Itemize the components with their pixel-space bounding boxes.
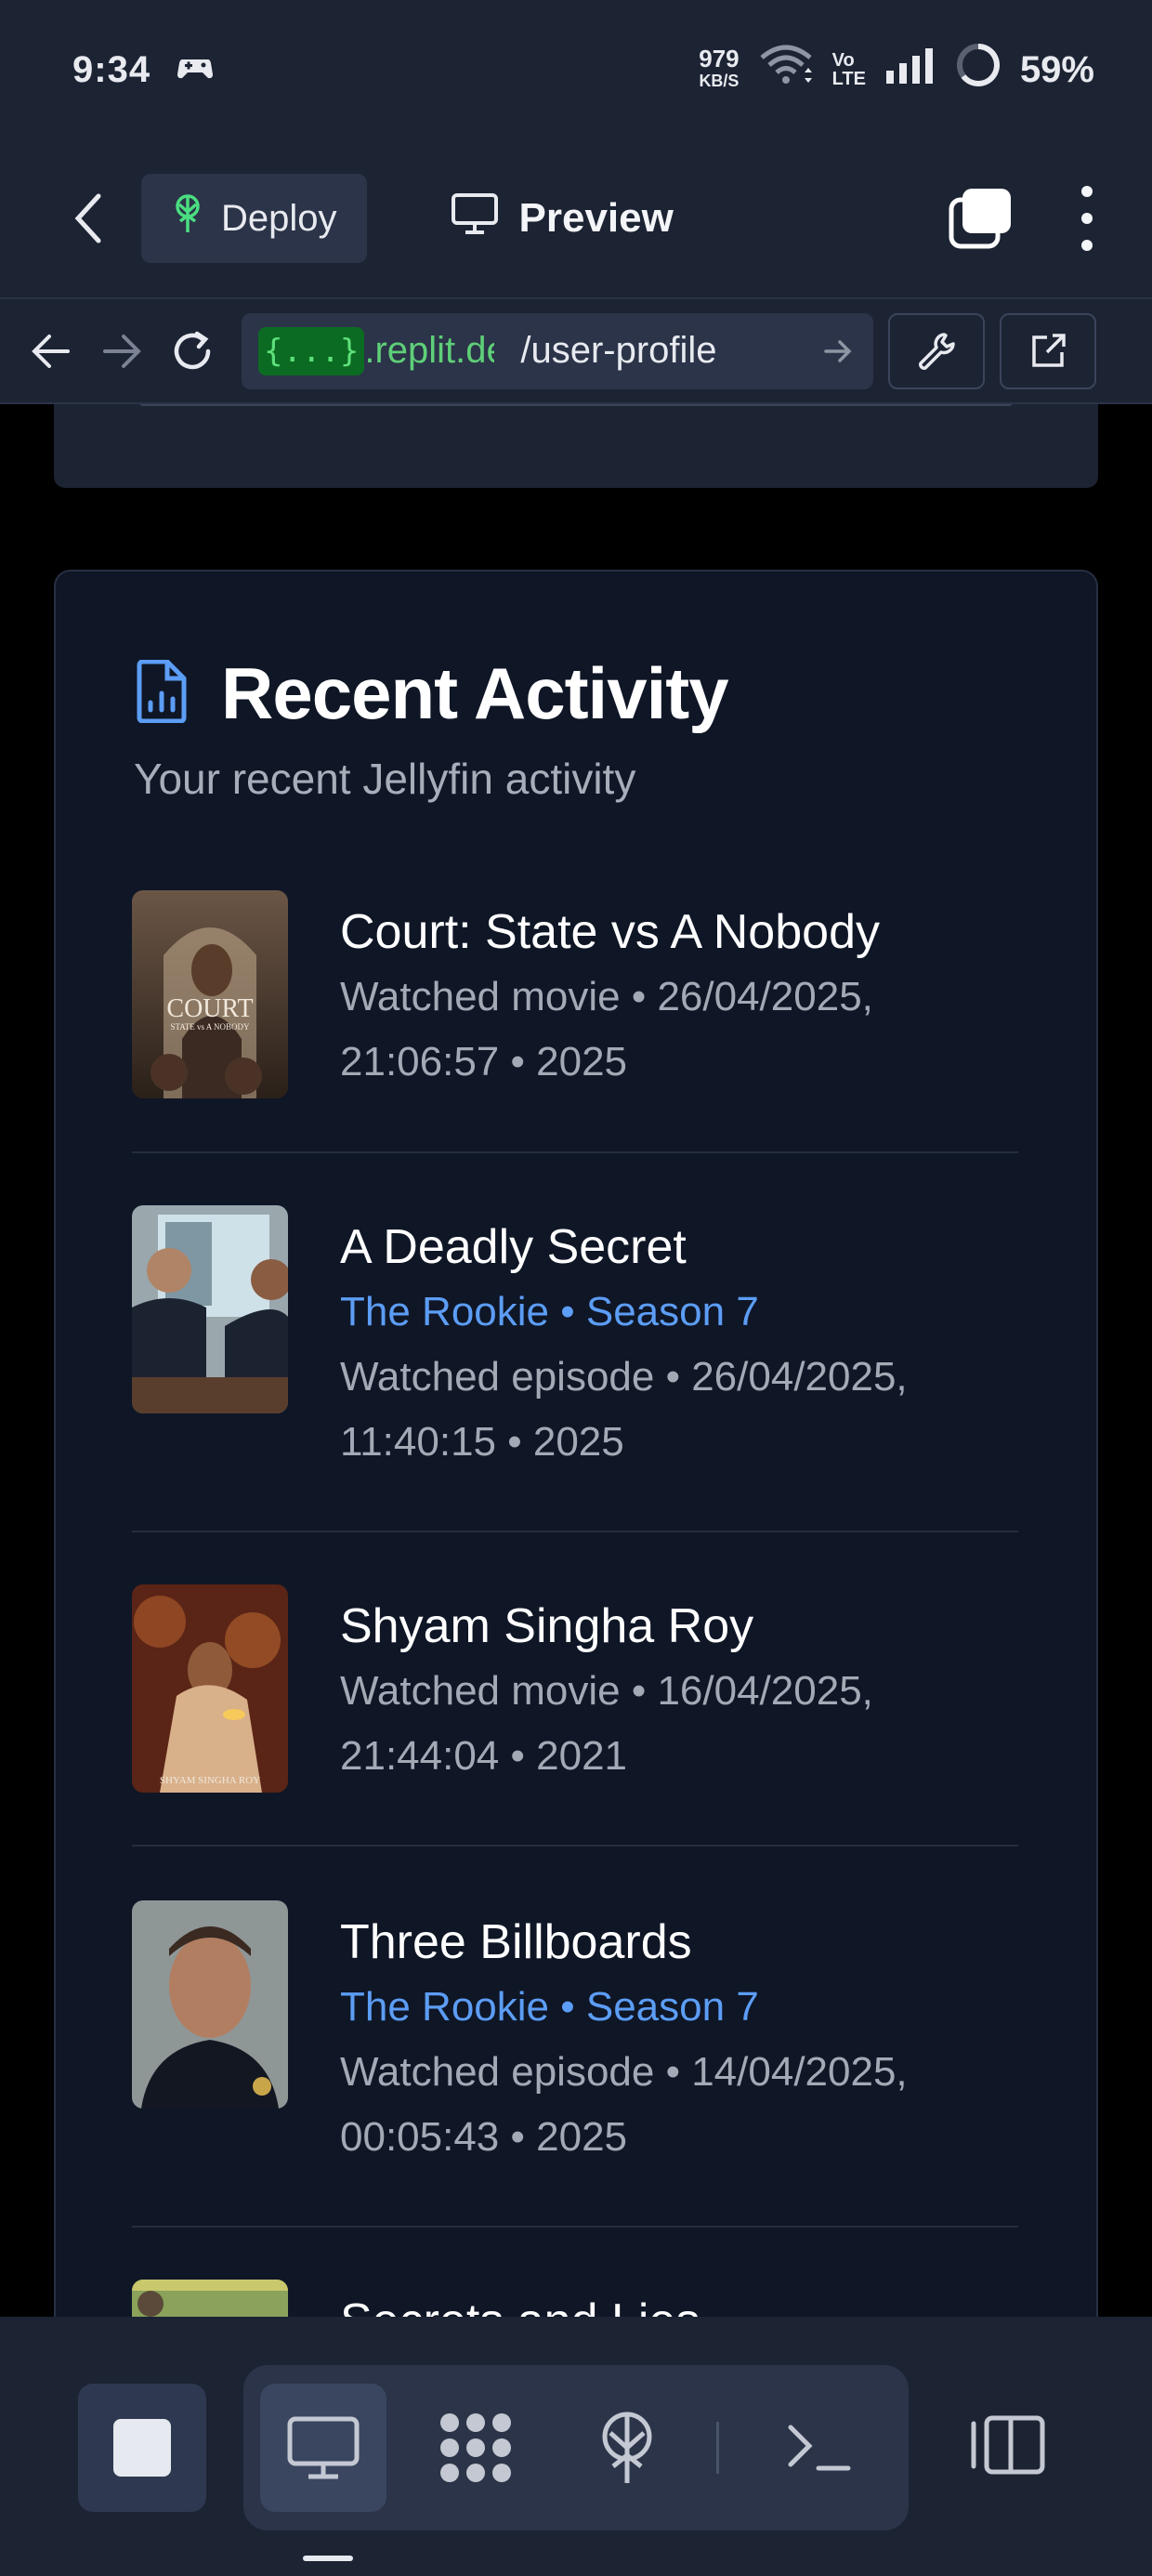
- stop-button[interactable]: [78, 2384, 206, 2512]
- external-link-icon[interactable]: [1000, 312, 1096, 389]
- tab-preview[interactable]: Preview: [451, 192, 674, 245]
- arrow-left-icon[interactable]: [28, 328, 74, 375]
- tabs-icon[interactable]: [948, 186, 1013, 251]
- signal-icon: [884, 46, 936, 93]
- battery-level: 59%: [1019, 48, 1094, 90]
- poster-thumbnail: SHYAM SINGHA ROY: [132, 1584, 288, 1793]
- card-subtitle: Your recent Jellyfin activity: [134, 755, 636, 803]
- url-chip: {...}: [258, 326, 365, 375]
- stop-icon: [113, 2419, 171, 2477]
- item-title: Secrets and Lies: [340, 2289, 1018, 2317]
- item-meta: 11:40:15 • 2025: [340, 1419, 624, 1465]
- svg-text:STATE vs A NOBODY: STATE vs A NOBODY: [170, 1022, 250, 1032]
- divider: [132, 2226, 1018, 2228]
- monitor-icon[interactable]: [260, 2384, 386, 2512]
- item-meta: 00:05:43 • 2025: [340, 2114, 628, 2160]
- app-bar: Deploy Preview: [0, 139, 1152, 297]
- item-series-link[interactable]: The Rookie • Season 7: [340, 1280, 1018, 1345]
- chevron-left-icon[interactable]: [72, 191, 113, 246]
- url-input[interactable]: {...} .replit.dev /user-profile: [242, 312, 873, 389]
- item-series-link[interactable]: The Rookie • Season 7: [340, 1975, 1018, 2040]
- item-title: A Deadly Secret: [340, 1220, 687, 1274]
- apps-grid-icon[interactable]: [412, 2384, 539, 2512]
- url-host: .replit.dev: [364, 330, 494, 371]
- home-indicator: [303, 2556, 353, 2561]
- item-title: Court: State vs A Nobody: [340, 905, 880, 959]
- item-meta: 21:06:57 • 2025: [340, 1039, 628, 1084]
- status-time: 9:34: [72, 48, 151, 90]
- network-speed: 979 KB/S: [699, 45, 740, 90]
- previous-card: [54, 404, 1098, 488]
- more-vertical-icon[interactable]: [1078, 186, 1096, 251]
- toolbar-separator: [716, 2422, 720, 2474]
- bottom-toolbar: [0, 2317, 1152, 2576]
- preview-content[interactable]: Recent Activity Your recent Jellyfin act…: [0, 404, 1152, 2317]
- item-title: Three Billboards: [340, 1915, 692, 1969]
- status-bar: 9:34 979 KB/S Vo LTE 59%: [0, 0, 1152, 139]
- file-chart-icon: [134, 659, 190, 728]
- item-meta: 21:44:04 • 2021: [340, 1733, 628, 1779]
- divider: [132, 1151, 1018, 1153]
- monitor-icon: [451, 192, 499, 245]
- go-arrow-icon[interactable]: [819, 337, 857, 365]
- panel-toggle-icon[interactable]: [966, 2408, 1050, 2482]
- poster-thumbnail: [132, 2280, 288, 2317]
- poster-thumbnail: [132, 1205, 288, 1413]
- preview-label: Preview: [518, 195, 674, 241]
- deploy-button[interactable]: Deploy: [141, 174, 367, 263]
- arrow-right-icon[interactable]: [98, 328, 145, 375]
- poster-thumbnail: [132, 1900, 288, 2109]
- divider: [132, 1845, 1018, 1847]
- wrench-icon[interactable]: [888, 312, 985, 389]
- divider: [132, 1531, 1018, 1532]
- item-meta: Watched movie • 16/04/2025,: [340, 1668, 873, 1714]
- item-meta: Watched movie • 26/04/2025,: [340, 974, 873, 1019]
- item-title: Shyam Singha Roy: [340, 1599, 754, 1653]
- game-controller-icon: [177, 49, 214, 91]
- wifi-icon: [758, 45, 814, 95]
- card-title: Recent Activity: [221, 652, 729, 734]
- reload-icon[interactable]: [169, 328, 216, 375]
- deploy-label: Deploy: [221, 197, 337, 239]
- item-meta: Watched episode • 26/04/2025,: [340, 1354, 908, 1400]
- poster-thumbnail: COURT STATE vs A NOBODY: [132, 890, 288, 1098]
- battery-icon: [955, 42, 1001, 98]
- tool-group: [243, 2365, 909, 2530]
- volte-indicator: Vo LTE: [831, 50, 866, 89]
- deploy-icon: [171, 193, 204, 243]
- item-meta: Watched episode • 14/04/2025,: [340, 2049, 908, 2095]
- url-bar: {...} .replit.dev /user-profile: [0, 297, 1152, 404]
- url-path: /user-profile: [520, 330, 717, 371]
- svg-text:COURT: COURT: [166, 994, 253, 1023]
- svg-text:SHYAM SINGHA ROY: SHYAM SINGHA ROY: [160, 1775, 260, 1786]
- deploy-icon[interactable]: [565, 2384, 691, 2512]
- terminal-icon[interactable]: [756, 2384, 883, 2512]
